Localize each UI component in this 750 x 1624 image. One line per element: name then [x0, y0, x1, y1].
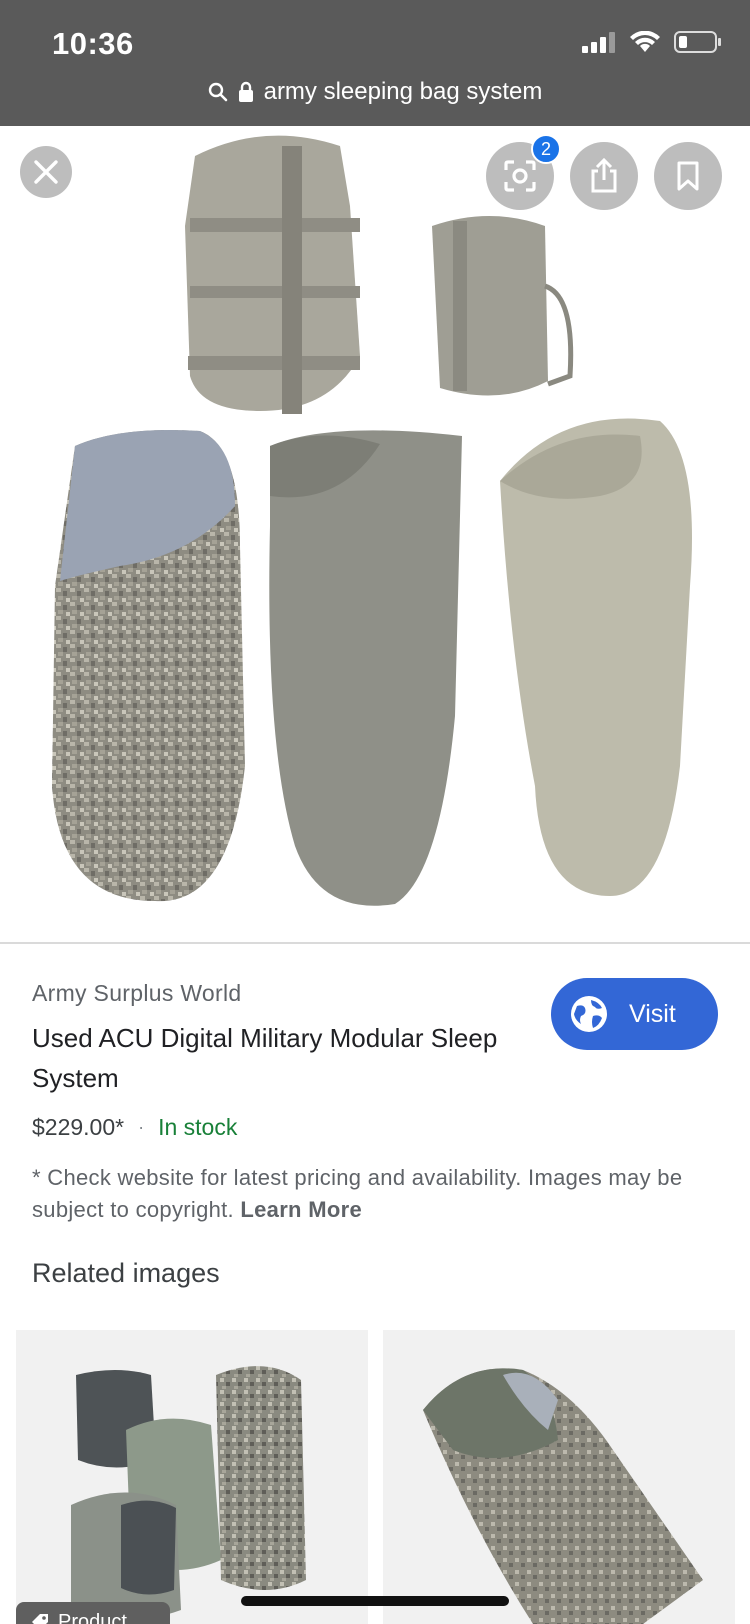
visit-button[interactable]: Visit [551, 978, 718, 1050]
battery-icon [674, 31, 721, 53]
disclaimer: * Check website for latest pricing and a… [32, 1162, 722, 1226]
browser-top-bar: 10:36 army sleeping bag system [0, 0, 750, 126]
close-button[interactable] [20, 146, 72, 198]
visit-label: Visit [629, 999, 676, 1028]
close-icon [34, 160, 58, 184]
related-images-heading: Related images [32, 1258, 220, 1288]
home-indicator[interactable] [241, 1596, 509, 1606]
lens-icon [504, 160, 536, 192]
status-time: 10:36 [52, 26, 134, 61]
separator-dot: · [138, 1117, 145, 1137]
bookmark-icon [677, 161, 699, 191]
signal-icon [582, 32, 615, 53]
product-title[interactable]: Used ACU Digital Military Modular Sleep … [32, 1018, 502, 1098]
globe-icon [571, 996, 607, 1032]
lock-icon [238, 81, 253, 102]
url-bar[interactable]: army sleeping bag system [0, 78, 750, 106]
sleeping-bags-photo [52, 135, 692, 906]
price-row: $229.00* · In stock [32, 1114, 237, 1141]
lens-count-badge: 2 [531, 134, 561, 164]
system-icons [582, 30, 722, 54]
related-image-2-photo [423, 1368, 703, 1624]
source-name: Army Surplus World [32, 980, 242, 1006]
learn-more-link[interactable]: Learn More [240, 1197, 362, 1222]
related-image-2[interactable] [383, 1330, 735, 1624]
url-text: army sleeping bag system [263, 78, 543, 105]
search-icon [208, 82, 227, 102]
availability-status: In stock [158, 1114, 238, 1140]
wifi-icon [630, 31, 660, 52]
share-button[interactable] [570, 142, 638, 210]
bookmark-button[interactable] [654, 142, 722, 210]
product-chip-label: Product [58, 1610, 127, 1624]
related-image-1-photo [71, 1366, 306, 1620]
tag-icon [32, 1614, 48, 1624]
share-icon [591, 158, 617, 193]
product-chip[interactable]: Product [16, 1602, 170, 1624]
price: $229.00* [32, 1114, 125, 1140]
hero-image[interactable]: 2 [0, 126, 750, 944]
related-image-1[interactable] [16, 1330, 368, 1624]
